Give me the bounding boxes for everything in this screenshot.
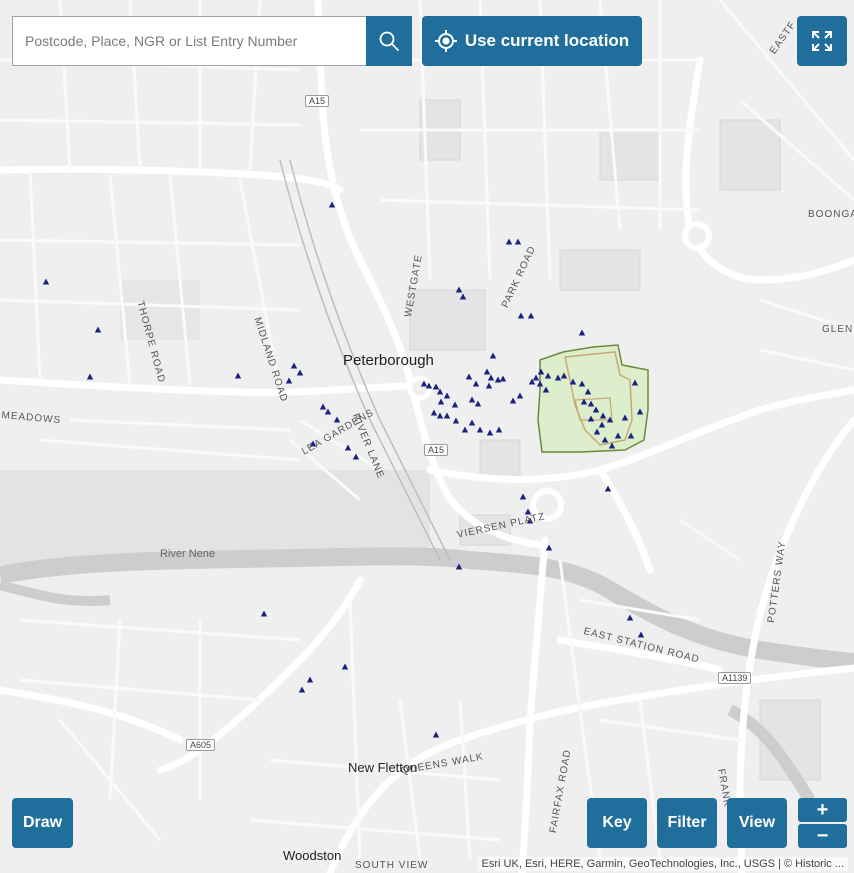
listed-building-marker[interactable] xyxy=(489,352,497,359)
listed-building-marker[interactable] xyxy=(474,400,482,407)
search-button[interactable] xyxy=(366,16,412,66)
listed-building-marker[interactable] xyxy=(468,419,476,426)
listed-building-marker[interactable] xyxy=(486,429,494,436)
map-canvas[interactable]: Peterborough New Fletton Woodston WESTGA… xyxy=(0,0,854,873)
listed-building-marker[interactable] xyxy=(516,392,524,399)
search-icon xyxy=(379,31,399,51)
listed-building-marker[interactable] xyxy=(468,396,476,403)
listed-building-marker[interactable] xyxy=(476,426,484,433)
map-attribution: Esri UK, Esri, HERE, Garmin, GeoTechnolo… xyxy=(477,857,848,871)
listed-building-marker[interactable] xyxy=(319,403,327,410)
listed-building-marker[interactable] xyxy=(290,362,298,369)
listed-building-marker[interactable] xyxy=(485,382,493,389)
listed-building-marker[interactable] xyxy=(42,278,50,285)
roundabout xyxy=(682,221,712,251)
listed-building-marker[interactable] xyxy=(341,663,349,670)
filter-button[interactable]: Filter xyxy=(657,798,717,848)
listed-building-marker[interactable] xyxy=(296,369,304,376)
listed-building-marker[interactable] xyxy=(432,731,440,738)
listed-building-marker[interactable] xyxy=(461,426,469,433)
key-button[interactable]: Key xyxy=(587,798,647,848)
listed-building-marker[interactable] xyxy=(626,614,634,621)
listed-building-marker[interactable] xyxy=(333,416,341,423)
road-shield-a15-centre: A15 xyxy=(424,444,449,456)
zoom-in-button[interactable]: + xyxy=(798,798,847,822)
listed-building-marker[interactable] xyxy=(509,397,517,404)
road-shield-a15-north: A15 xyxy=(305,95,330,107)
draw-button[interactable]: Draw xyxy=(12,798,73,848)
listed-building-marker[interactable] xyxy=(578,329,586,336)
listed-building-marker[interactable] xyxy=(86,373,94,380)
search-bar xyxy=(12,16,412,66)
listed-building-marker[interactable] xyxy=(519,493,527,500)
listed-building-marker[interactable] xyxy=(452,417,460,424)
listed-building-marker[interactable] xyxy=(487,374,495,381)
listed-building-marker[interactable] xyxy=(451,401,459,408)
block-area xyxy=(120,280,200,340)
river-label-nene: River Nene xyxy=(160,548,216,560)
use-current-location-label: Use current location xyxy=(464,31,630,50)
river-nene xyxy=(0,547,854,671)
listed-building-marker[interactable] xyxy=(532,374,540,381)
listed-building-marker[interactable] xyxy=(437,398,445,405)
search-input[interactable] xyxy=(12,16,366,66)
listed-building-marker[interactable] xyxy=(483,368,491,375)
listed-building-marker[interactable] xyxy=(465,373,473,380)
listed-building-marker[interactable] xyxy=(443,412,451,419)
view-button[interactable]: View xyxy=(727,798,787,848)
street-label-glens: GLENS xyxy=(822,324,854,335)
listed-building-marker[interactable] xyxy=(94,326,102,333)
listed-building-marker[interactable] xyxy=(432,383,440,390)
listed-building-marker[interactable] xyxy=(436,412,444,419)
street-label-south-view: SOUTH VIEW xyxy=(355,860,429,871)
place-label-woodston: Woodston xyxy=(283,848,342,863)
listed-building-marker[interactable] xyxy=(637,631,645,638)
road-shield-a605: A605 xyxy=(186,739,216,751)
listed-building-marker[interactable] xyxy=(517,312,525,319)
listed-building-marker[interactable] xyxy=(285,377,293,384)
listed-building-marker[interactable] xyxy=(443,392,451,399)
listed-building-marker[interactable] xyxy=(499,375,507,382)
listed-building-marker[interactable] xyxy=(495,426,503,433)
listed-building-marker[interactable] xyxy=(494,376,502,383)
listed-building-marker[interactable] xyxy=(234,372,242,379)
listed-building-marker[interactable] xyxy=(514,238,522,245)
basemap xyxy=(0,0,854,873)
listed-building-marker[interactable] xyxy=(527,312,535,319)
listed-building-marker[interactable] xyxy=(472,380,480,387)
listed-building-marker[interactable] xyxy=(430,409,438,416)
fullscreen-button[interactable] xyxy=(797,16,847,66)
place-label-peterborough: Peterborough xyxy=(343,352,434,369)
street-label-boongate: BOONGA xyxy=(808,209,854,220)
fullscreen-icon xyxy=(812,31,832,51)
listed-building-marker[interactable] xyxy=(260,610,268,617)
listed-building-marker[interactable] xyxy=(328,201,336,208)
listed-building-marker[interactable] xyxy=(505,238,513,245)
crosshair-icon xyxy=(434,30,457,52)
road-shield-a1139: A1139 xyxy=(718,672,752,684)
use-current-location-button[interactable]: Use current location xyxy=(422,16,642,66)
listed-building-marker[interactable] xyxy=(298,686,306,693)
listed-building-marker[interactable] xyxy=(306,676,314,683)
zoom-out-button[interactable]: − xyxy=(798,824,847,848)
